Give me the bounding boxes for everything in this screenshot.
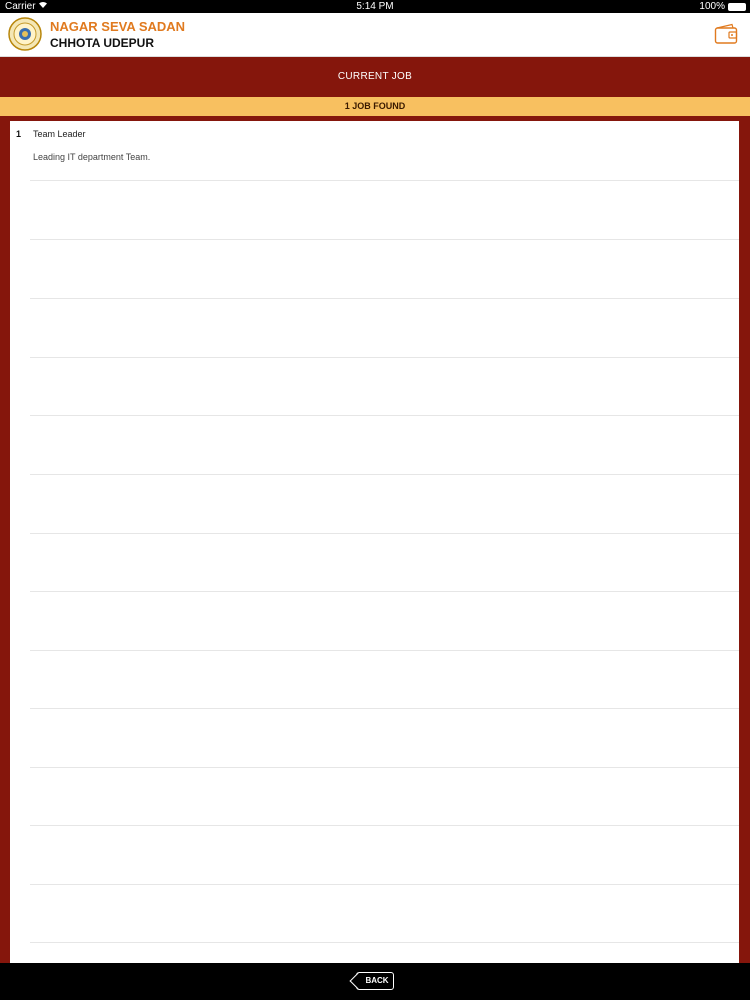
- row-divider: [30, 825, 739, 826]
- row-divider: [30, 884, 739, 885]
- row-divider: [30, 942, 739, 943]
- row-divider: [30, 767, 739, 768]
- row-divider: [30, 357, 739, 358]
- results-count-bar: 1 JOB FOUND: [0, 97, 750, 116]
- page-title: CURRENT JOB: [337, 71, 413, 82]
- row-divider: [30, 591, 739, 592]
- job-description: Leading IT department Team.: [33, 152, 151, 162]
- battery-percent: 100%: [699, 1, 725, 12]
- row-divider: [30, 415, 739, 416]
- bottom-toolbar: BACK: [0, 963, 750, 1000]
- status-bar: Carrier 5:14 PM 100%: [0, 0, 750, 13]
- app-header: NAGAR SEVA SADAN CHHOTA UDEPUR: [0, 13, 750, 57]
- wallet-icon[interactable]: [714, 23, 738, 45]
- job-list: 1 Team Leader Leading IT department Team…: [10, 121, 739, 963]
- municipal-seal-icon: [8, 17, 42, 51]
- row-divider: [30, 298, 739, 299]
- row-divider: [30, 239, 739, 240]
- clock-time: 5:14 PM: [356, 1, 394, 12]
- back-button[interactable]: BACK: [356, 972, 394, 990]
- app-title-line2: CHHOTA UDEPUR: [50, 36, 154, 50]
- job-number: 1: [16, 129, 22, 139]
- list-item[interactable]: 1 Team Leader Leading IT department Team…: [10, 121, 739, 180]
- row-divider: [30, 708, 739, 709]
- row-divider: [30, 180, 739, 181]
- app-title-line1: NAGAR SEVA SADAN: [50, 19, 186, 34]
- row-divider: [30, 533, 739, 534]
- row-divider: [30, 474, 739, 475]
- battery-icon: [728, 3, 746, 11]
- job-title: Team Leader: [33, 129, 86, 139]
- row-divider: [30, 650, 739, 651]
